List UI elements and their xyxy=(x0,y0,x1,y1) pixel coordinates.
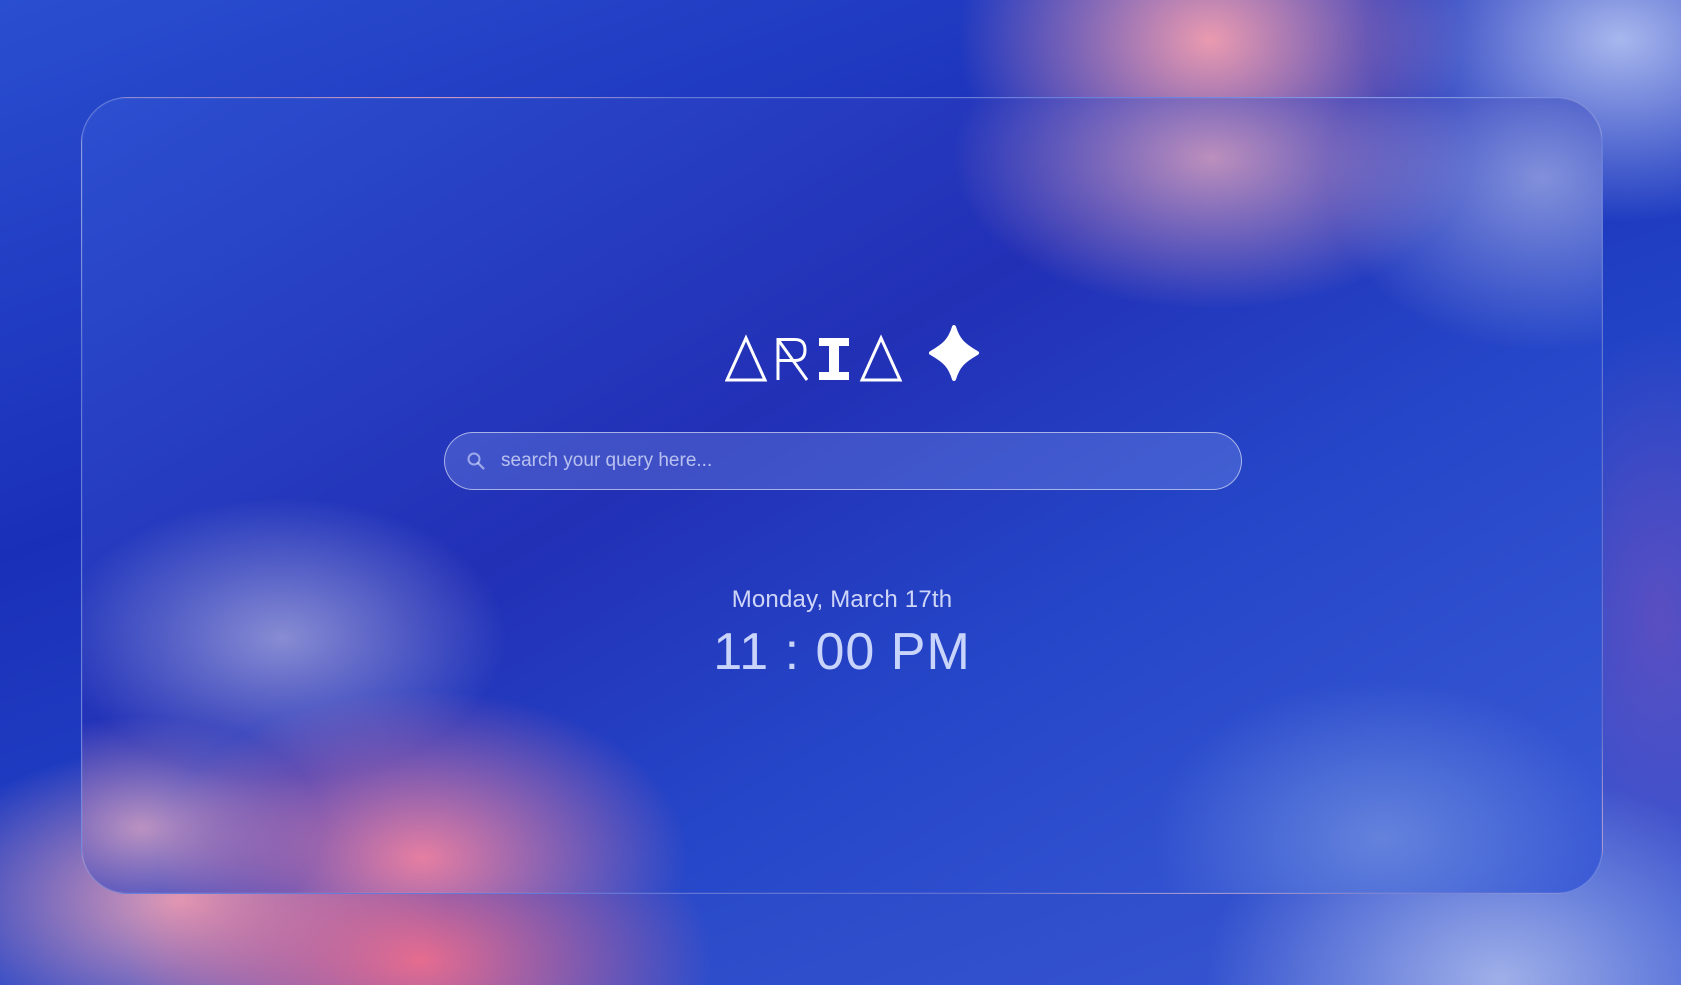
date-display: Monday, March 17th xyxy=(731,586,953,613)
time-display: 11 : 00 PM xyxy=(713,623,971,681)
aria-wordmark xyxy=(725,325,979,382)
search-input[interactable] xyxy=(501,433,1241,489)
search-bar[interactable] xyxy=(444,432,1242,490)
glass-card: Monday, March 17th 11 : 00 PM xyxy=(81,97,1603,894)
start-page: Monday, March 17th 11 : 00 PM xyxy=(82,98,1602,893)
aria-logo xyxy=(725,320,987,384)
search-icon xyxy=(465,450,487,472)
sparkle-icon xyxy=(929,325,979,381)
